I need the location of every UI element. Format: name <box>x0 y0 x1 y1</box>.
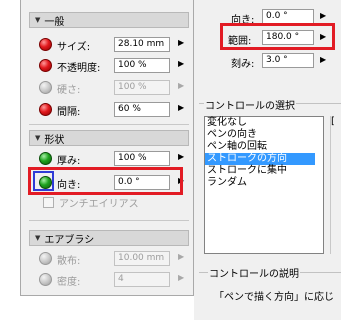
setting-label: 硬さ: <box>57 85 81 96</box>
brush-settings-panel: ▼ 一般 サイズ: 28.10 mm ▶ 不透明度: 100 % ▶ 硬さ: 1… <box>20 0 194 296</box>
side-bracket: [ <box>331 116 335 127</box>
editor-row-step: 刻み: 3.0 ° ▶ <box>194 53 341 70</box>
section-header-general[interactable]: ▼ 一般 <box>29 12 189 28</box>
section-header-shape[interactable]: ▼ 形状 <box>29 130 189 146</box>
scatter-field: 10.00 mm <box>114 251 170 266</box>
spacing-field[interactable]: 60 % <box>114 102 170 117</box>
setting-label: 間隔: <box>57 107 81 118</box>
arrow-right-icon[interactable]: ▶ <box>320 55 326 64</box>
setting-label: サイズ: <box>57 42 91 53</box>
density-field: 4 <box>114 272 170 287</box>
editor-label: 刻み: <box>231 59 255 70</box>
antialias-checkbox-row: アンチエイリアス <box>43 195 139 210</box>
section-title: 一般 <box>44 16 65 28</box>
thickness-field[interactable]: 100 % <box>114 151 170 166</box>
list-item-selected[interactable]: ストロークの方向 <box>205 153 315 165</box>
section-title: 形状 <box>44 134 65 146</box>
control-desc-title: コントロールの説明 <box>208 265 300 280</box>
setting-label: 不透明度: <box>57 63 101 74</box>
setting-row-scatter: 散布: 10.00 mm ▶ <box>38 250 188 267</box>
list-item[interactable]: ペン軸の回転 <box>205 141 323 153</box>
opacity-field[interactable]: 100 % <box>114 58 170 73</box>
highlight-box-range <box>220 23 335 50</box>
arrow-right-icon: ▶ <box>178 81 185 90</box>
control-list[interactable]: 変化なし ペンの向き ペン軸の回転 ストロークの方向 ストロークに集中 ランダム <box>204 116 324 254</box>
control-indicator-icon[interactable] <box>39 38 52 51</box>
control-indicator-icon <box>39 252 52 265</box>
list-item[interactable]: 変化なし <box>205 117 323 129</box>
arrow-right-icon[interactable]: ▶ <box>178 59 184 68</box>
divider <box>29 124 189 125</box>
control-description: 「ペンで描く方向」に応じ <box>214 292 334 303</box>
step-field[interactable]: 3.0 ° <box>262 53 314 68</box>
control-indicator-icon[interactable] <box>39 152 52 165</box>
list-side-column: [ <box>330 116 341 254</box>
section-header-airbrush[interactable]: ▼ エアブラシ <box>29 230 189 246</box>
triangle-down-icon[interactable]: ▼ <box>35 16 40 24</box>
size-field[interactable]: 28.10 mm <box>114 37 170 52</box>
control-indicator-icon <box>39 81 52 94</box>
setting-row-size: サイズ: 28.10 mm ▶ <box>38 36 188 53</box>
list-item[interactable]: ストロークに集中 <box>205 165 323 177</box>
control-indicator-icon[interactable] <box>39 103 52 116</box>
antialias-label: アンチエイリアス <box>59 198 139 210</box>
arrow-right-icon[interactable]: ▶ <box>320 11 326 20</box>
arrow-right-icon[interactable]: ▶ <box>178 38 184 47</box>
arrow-right-icon: ▶ <box>178 273 185 282</box>
section-title: エアブラシ <box>44 234 95 246</box>
setting-row-density: 密度: 4 ▶ <box>38 271 188 288</box>
control-select-title: コントロールの選択 <box>204 97 296 112</box>
setting-row-opacity: 不透明度: 100 % ▶ <box>38 57 188 74</box>
hardness-field: 100 % <box>114 80 170 95</box>
setting-label: 密度: <box>57 277 81 288</box>
control-indicator-icon <box>39 273 52 286</box>
antialias-checkbox <box>43 196 54 208</box>
highlight-box-indicator <box>33 171 54 191</box>
editor-angle-field[interactable]: 0.0 ° <box>262 9 314 24</box>
triangle-down-icon[interactable]: ▼ <box>35 134 40 142</box>
arrow-right-icon[interactable]: ▶ <box>178 103 184 112</box>
control-indicator-icon[interactable] <box>39 59 52 72</box>
setting-label: 厚み: <box>57 156 81 167</box>
list-item[interactable]: ランダム <box>205 177 323 189</box>
setting-row-spacing: 間隔: 60 % ▶ <box>38 101 188 118</box>
list-item[interactable]: ペンの向き <box>205 129 323 141</box>
setting-row-hardness: 硬さ: 100 % ▶ <box>38 79 188 96</box>
divider <box>29 220 189 221</box>
arrow-right-icon[interactable]: ▶ <box>178 152 184 161</box>
arrow-right-icon: ▶ <box>178 252 185 261</box>
triangle-down-icon[interactable]: ▼ <box>35 234 40 242</box>
setting-row-thickness: 厚み: 100 % ▶ <box>38 150 188 167</box>
setting-label: 散布: <box>57 256 81 267</box>
